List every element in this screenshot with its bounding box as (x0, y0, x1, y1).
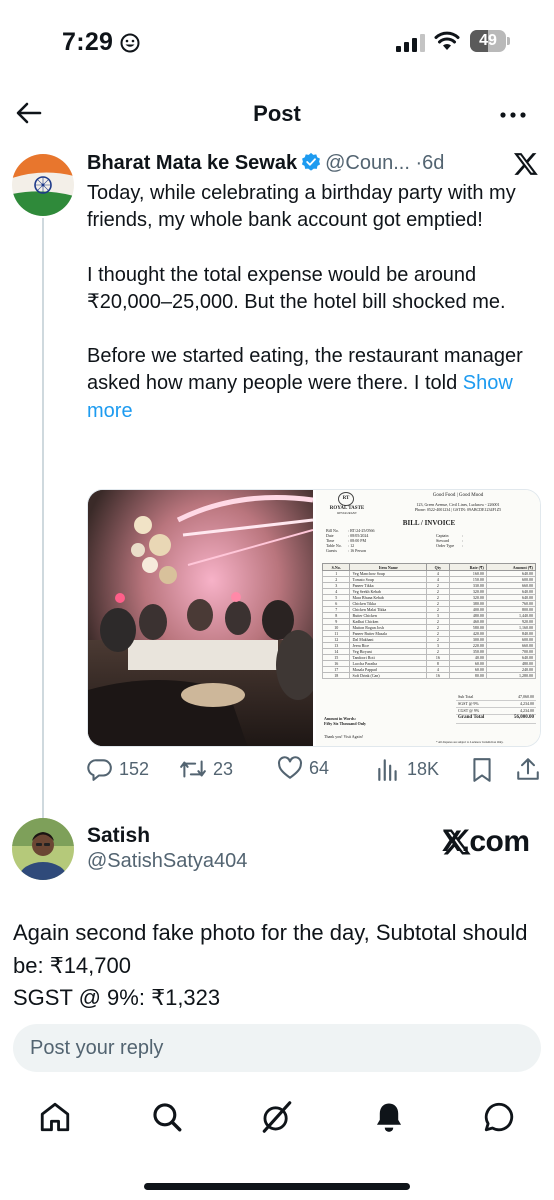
invoice-column-header: S.No. (321, 563, 351, 571)
like-count: 64 (309, 757, 330, 778)
reply-input-placeholder: Post your reply (30, 1037, 164, 1059)
reply-author-handle[interactable]: @SatishSatya404 (87, 850, 247, 873)
thread-connector-line (42, 218, 44, 818)
post-paragraph: Today, while celebrating a birthday part… (87, 182, 516, 232)
post-actions: 152 23 64 18K (87, 756, 543, 786)
view-count: 18K (407, 758, 440, 779)
page-title: Post (253, 101, 301, 126)
avatar[interactable] (12, 154, 74, 216)
repost-icon (180, 760, 206, 778)
reply-input[interactable]: Post your reply (13, 1024, 541, 1072)
invoice-column-header: Amount (₹) (485, 563, 537, 571)
verified-badge-icon (302, 152, 321, 171)
top-header: Post (0, 90, 554, 140)
invoice-totals: Sub Total 47,060.00 SGST @ 9% 4,234.00 CGS… (456, 694, 536, 724)
cellular-signal-icon (396, 34, 425, 52)
reply-line: SGST @ 9%: ₹1,323 (13, 985, 221, 1010)
total-row: Sub Total 47,060.00 (456, 694, 536, 701)
home-indicator (144, 1183, 410, 1190)
views-chart-icon (378, 759, 397, 781)
reply-avatar[interactable] (12, 818, 74, 880)
invoice-meta-right: Captain: Steward: Order Type: (436, 533, 463, 548)
share-icon[interactable] (515, 756, 541, 782)
repost-button[interactable]: 23 (179, 756, 233, 782)
invoice-tagline: Good Food | Good Mood (432, 493, 484, 498)
reply-line: Again second fake photo for the day, Sub… (13, 920, 528, 978)
invoice-meta-row: Guests: 16 Person (326, 548, 366, 553)
wifi-icon (434, 31, 460, 50)
grand-total-row: Grand Total 56,000.00 (456, 715, 536, 724)
status-time: 7:29 (62, 28, 114, 56)
bell-icon[interactable] (372, 1100, 406, 1134)
post-age[interactable]: 6d (422, 152, 444, 174)
bookmark-icon[interactable] (471, 757, 493, 783)
x-watermark: X.com (442, 825, 530, 859)
post-paragraph: Before we started eating, the restaurant… (87, 343, 537, 425)
invoice-meta: Bill No.: RT/24-25/0566 Date: 08/05/2024 T… (326, 528, 375, 553)
heart-icon (278, 756, 302, 779)
more-horizontal-icon[interactable] (496, 100, 530, 130)
status-bar: 7:29 49 (0, 0, 554, 84)
search-icon[interactable] (150, 1100, 184, 1134)
invoice-thanks: Thank you! Visit Again! (324, 734, 363, 739)
logo-initials: RT (338, 492, 354, 506)
total-row: CGST @ 9% 4,234.00 (456, 708, 536, 715)
invoice-address: 123, Green Avenue, Civil Lines, Lucknow … (378, 502, 538, 512)
like-button[interactable]: 64 (277, 756, 329, 780)
battery-level: 49 (479, 32, 497, 49)
author-name[interactable]: Bharat Mata ke Sewak (87, 152, 297, 174)
reply-author-name[interactable]: Satish (87, 824, 150, 848)
reply-count: 152 (119, 758, 150, 779)
party-photo[interactable] (88, 490, 320, 746)
restaurant-logo: RT ROYAL TASTE RESTAURANT (322, 492, 372, 516)
post-author-row: Bharat Mata ke Sewak @Coun... ·6d (87, 152, 444, 178)
post-paragraph-text: Before we started eating, the restaurant… (87, 345, 523, 395)
amount-in-words: Amount in Words: Fifty Six Thousand Only (324, 716, 367, 726)
restaurant-subtitle: RESTAURANT (337, 511, 357, 515)
table-row: 18 Soft Drink (Can) 16 80.00 1,280.00 (321, 672, 537, 679)
x-logo-icon (513, 153, 538, 175)
reply-button[interactable]: 152 (87, 756, 149, 782)
invoice-column-header: Qty (426, 563, 450, 571)
invoice-title: BILL / INVOICE (402, 519, 456, 527)
total-row: SGST @ 9% 4,234.00 (456, 701, 536, 708)
invoice-items-table: S.No. Item Name Qty Rate (₹) Amount (₹) 1 Veg… (321, 563, 537, 679)
reply-avatar-image (12, 818, 74, 880)
smiley-icon (120, 33, 140, 53)
invoice-column-header: Rate (₹) (448, 563, 487, 571)
post-body: Today, while celebrating a birthday part… (87, 180, 537, 425)
invoice-disclaimer: * All disputes are subject to Lucknow Ju… (436, 740, 504, 744)
x-watermark-text: X.com (442, 825, 530, 858)
post-paragraph: I thought the total expense would be aro… (87, 263, 506, 313)
views-button[interactable]: 18K (375, 756, 439, 782)
invoice-image[interactable]: RT ROYAL TASTE RESTAURANT Good Food | Go… (316, 490, 540, 746)
party-photo-image (88, 490, 320, 746)
phone-line: Phone: 0522-4001234 | GSTIN: 09ABCDE1234… (414, 507, 502, 512)
post-media[interactable]: RT ROYAL TASTE RESTAURANT Good Food | Go… (87, 489, 541, 747)
invoice-meta-row: Order Type: (436, 543, 464, 548)
invoice-column-header: Item Name (349, 563, 428, 571)
repost-count: 23 (213, 758, 234, 779)
battery-indicator: 49 (470, 30, 510, 52)
flag-avatar-image (12, 154, 74, 216)
author-handle[interactable]: @Coun... (325, 152, 410, 174)
grok-icon[interactable] (260, 1100, 294, 1134)
bottom-tab-bar (0, 1090, 554, 1150)
reply-icon (87, 759, 112, 781)
message-icon[interactable] (482, 1100, 516, 1134)
reply-body: Again second fake photo for the day, Sub… (13, 917, 543, 1015)
home-icon[interactable] (38, 1100, 72, 1134)
